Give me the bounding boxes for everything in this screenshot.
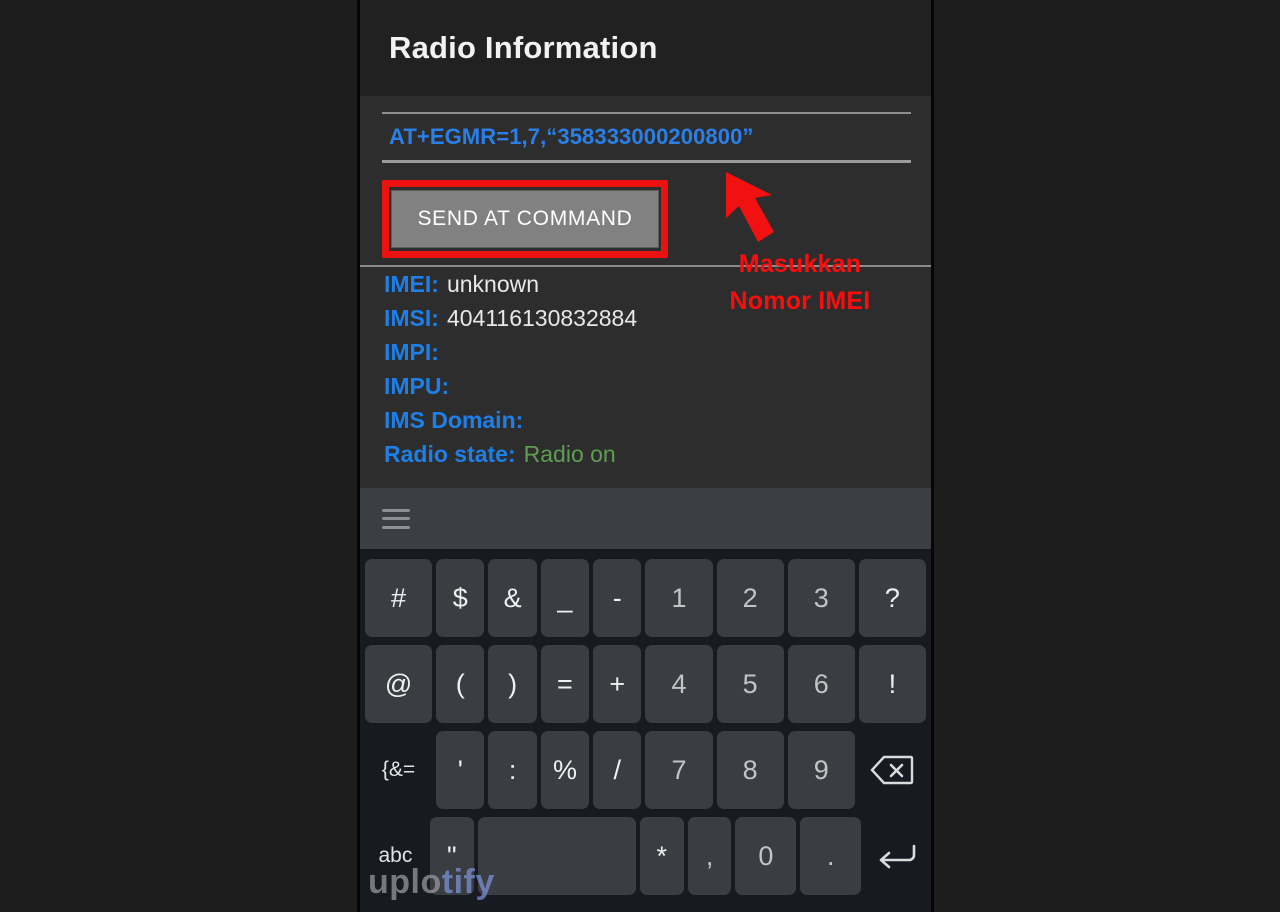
key-at[interactable]: @ (365, 645, 433, 723)
key-slash[interactable]: / (593, 731, 642, 809)
app-header: Radio Information (360, 0, 931, 96)
key-plus[interactable]: + (593, 645, 642, 723)
info-label: IMPI: (384, 339, 439, 365)
backspace-icon[interactable] (859, 731, 926, 809)
arrow-up-left-icon (726, 172, 774, 242)
key-8[interactable]: 8 (716, 731, 784, 809)
key-apostrophe[interactable]: ' (436, 731, 485, 809)
info-row: IMS Domain: (360, 407, 931, 441)
key-0[interactable]: 0 (735, 817, 797, 895)
key-4[interactable]: 4 (645, 645, 713, 723)
key-9[interactable]: 9 (787, 731, 855, 809)
enter-icon[interactable] (865, 817, 926, 895)
key-amp[interactable]: & (488, 559, 537, 637)
key-2[interactable]: 2 (716, 559, 784, 637)
info-row: IMPU: (360, 373, 931, 407)
annotation-caption: Masukkan Nomor IMEI (700, 246, 900, 320)
at-command-input[interactable]: AT+EGMR=1,7,“358333000200800” (382, 118, 911, 158)
keyboard-row: abc " *, 0. (363, 814, 928, 898)
keyboard-suggestion-bar (360, 488, 931, 550)
key-question[interactable]: ? (858, 559, 926, 637)
info-label: IMS Domain: (384, 407, 524, 433)
key-6[interactable]: 6 (787, 645, 855, 723)
hamburger-menu-icon[interactable] (382, 508, 410, 529)
key-period[interactable]: . (800, 817, 862, 895)
key-comma[interactable]: , (687, 817, 732, 895)
keyboard-row: # $ & _ -1 2 3? (363, 556, 928, 640)
key-rparen[interactable]: ) (488, 645, 537, 723)
on-screen-keyboard: # $ & _ -1 2 3? @() = +4 5 6! {&= ':%/7 8 9 abc " *, 0. (360, 488, 931, 912)
info-value: unknown (446, 271, 540, 297)
phone-screen-capture: Radio Information AT+EGMR=1,7,“358333000… (357, 0, 934, 912)
send-at-command-button[interactable]: SEND AT COMMAND (391, 190, 659, 248)
info-label: Radio state: (384, 441, 516, 467)
info-row: Radio state: Radio on (360, 441, 931, 475)
key-hash[interactable]: # (365, 559, 433, 637)
key-colon[interactable]: : (488, 731, 537, 809)
key-underscore[interactable]: _ (540, 559, 590, 637)
key-lparen[interactable]: ( (436, 645, 485, 723)
key-quote[interactable]: " (429, 817, 474, 895)
annotation-line-2: Nomor IMEI (729, 287, 871, 315)
info-row: IMPI: (360, 339, 931, 373)
field-rule-top (382, 112, 911, 114)
send-at-command-area: SEND AT COMMAND (382, 180, 668, 258)
info-value: 404116130832884 (446, 305, 638, 331)
key-percent[interactable]: % (540, 731, 590, 809)
key-equals[interactable]: = (540, 645, 590, 723)
keyboard-key-rows: # $ & _ -1 2 3? @() = +4 5 6! {&= ':%/7 8 9 abc " *, 0. (360, 550, 931, 904)
field-rule-bottom (382, 160, 911, 163)
info-value: Radio on (523, 441, 616, 467)
key-asterisk[interactable]: * (639, 817, 684, 895)
key-7[interactable]: 7 (645, 731, 713, 809)
key-lbraceampequals[interactable]: {&= (365, 731, 432, 809)
space-key[interactable] (477, 817, 636, 895)
keyboard-row: @() = +4 5 6! (363, 642, 928, 726)
page-title: Radio Information (389, 30, 658, 65)
info-label: IMPU: (384, 373, 450, 399)
info-label: IMEI: (384, 271, 439, 297)
key-3[interactable]: 3 (787, 559, 855, 637)
radio-information-app: Radio Information AT+EGMR=1,7,“358333000… (360, 0, 931, 488)
keyboard-row: {&= ':%/7 8 9 (363, 728, 928, 812)
at-command-field[interactable]: AT+EGMR=1,7,“358333000200800” (382, 109, 911, 163)
annotation-line-1: Masukkan (738, 250, 862, 278)
key-dollar[interactable]: $ (436, 559, 485, 637)
key-exclam[interactable]: ! (858, 645, 926, 723)
key-5[interactable]: 5 (716, 645, 784, 723)
key-minus[interactable]: - (593, 559, 642, 637)
key-1[interactable]: 1 (645, 559, 713, 637)
key-abc[interactable]: abc (365, 817, 426, 895)
info-label: IMSI: (384, 305, 439, 331)
